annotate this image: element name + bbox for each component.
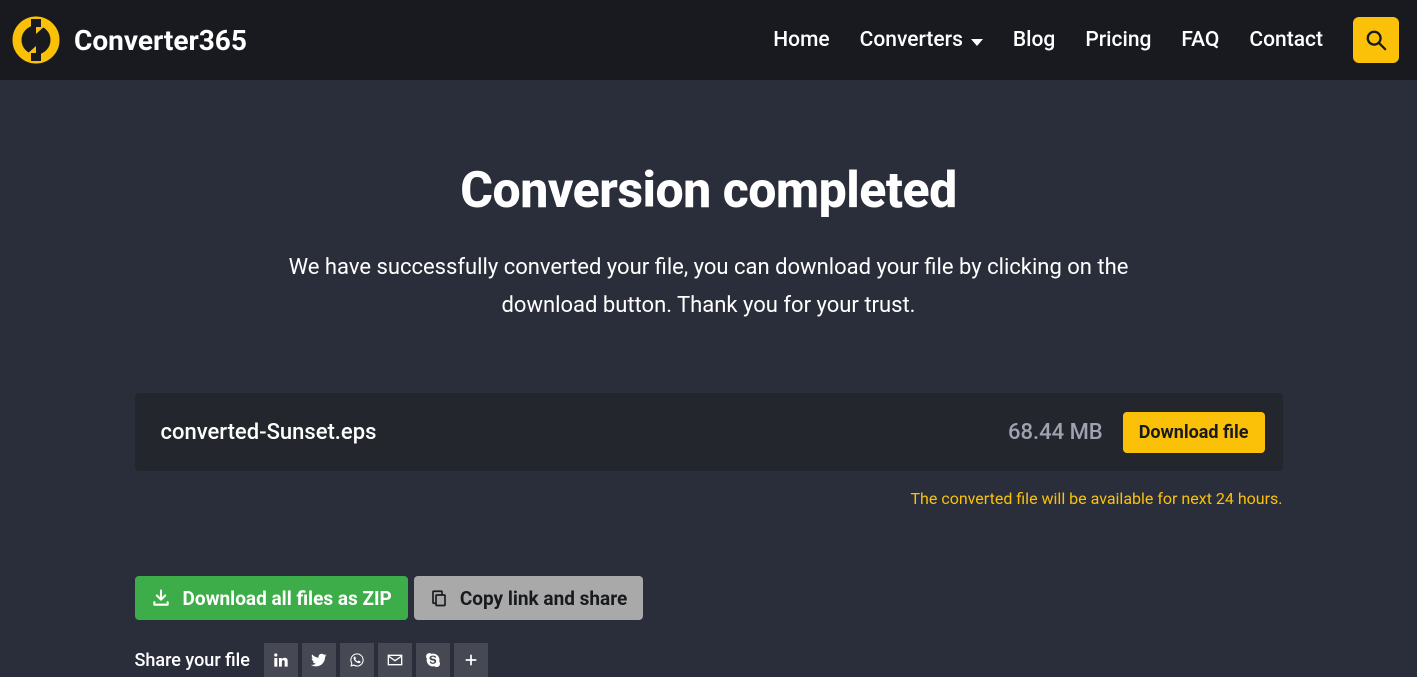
nav-converters[interactable]: Converters — [860, 28, 983, 52]
file-size: 68.44 MB — [1008, 420, 1103, 445]
download-icon — [151, 588, 171, 608]
page-title: Conversion completed — [0, 162, 1417, 220]
logo-icon — [12, 16, 60, 64]
file-card: converted-Sunset.eps 68.44 MB Download f… — [135, 393, 1283, 471]
nav-faq[interactable]: FAQ — [1181, 28, 1219, 52]
nav-contact[interactable]: Contact — [1249, 28, 1323, 52]
nav-blog[interactable]: Blog — [1013, 28, 1055, 52]
file-card-right: 68.44 MB Download file — [1008, 412, 1265, 453]
copy-icon — [430, 588, 448, 608]
download-zip-label: Download all files as ZIP — [183, 587, 392, 610]
main-content: Conversion completed We have successfull… — [0, 80, 1417, 677]
file-name: converted-Sunset.eps — [161, 420, 377, 445]
copy-link-button[interactable]: Copy link and share — [414, 576, 643, 620]
whatsapp-icon — [349, 652, 365, 668]
availability-notice: The converted file will be available for… — [135, 489, 1283, 508]
nav-pricing[interactable]: Pricing — [1085, 28, 1151, 52]
download-file-button[interactable]: Download file — [1123, 412, 1265, 453]
nav-home[interactable]: Home — [773, 28, 829, 52]
page-subtitle: We have successfully converted your file… — [249, 249, 1169, 325]
email-icon — [387, 652, 403, 668]
main-nav: Home Converters Blog Pricing FAQ Contact — [773, 17, 1399, 63]
brand-name: Converter365 — [74, 24, 247, 57]
copy-link-label: Copy link and share — [460, 587, 627, 610]
logo[interactable]: Converter365 — [12, 16, 247, 64]
nav-converters-label: Converters — [860, 28, 963, 52]
twitter-icon — [311, 652, 327, 668]
linkedin-icon — [273, 652, 289, 668]
search-button[interactable] — [1353, 17, 1399, 63]
header: Converter365 Home Converters Blog Pricin… — [0, 0, 1417, 80]
actions-row: Download all files as ZIP Copy link and … — [135, 576, 1283, 620]
download-zip-button[interactable]: Download all files as ZIP — [135, 576, 408, 620]
search-icon — [1365, 29, 1387, 51]
skype-icon — [425, 652, 441, 668]
chevron-down-icon — [971, 39, 983, 46]
share-label: Share your file — [135, 650, 250, 671]
plus-icon — [464, 653, 478, 667]
